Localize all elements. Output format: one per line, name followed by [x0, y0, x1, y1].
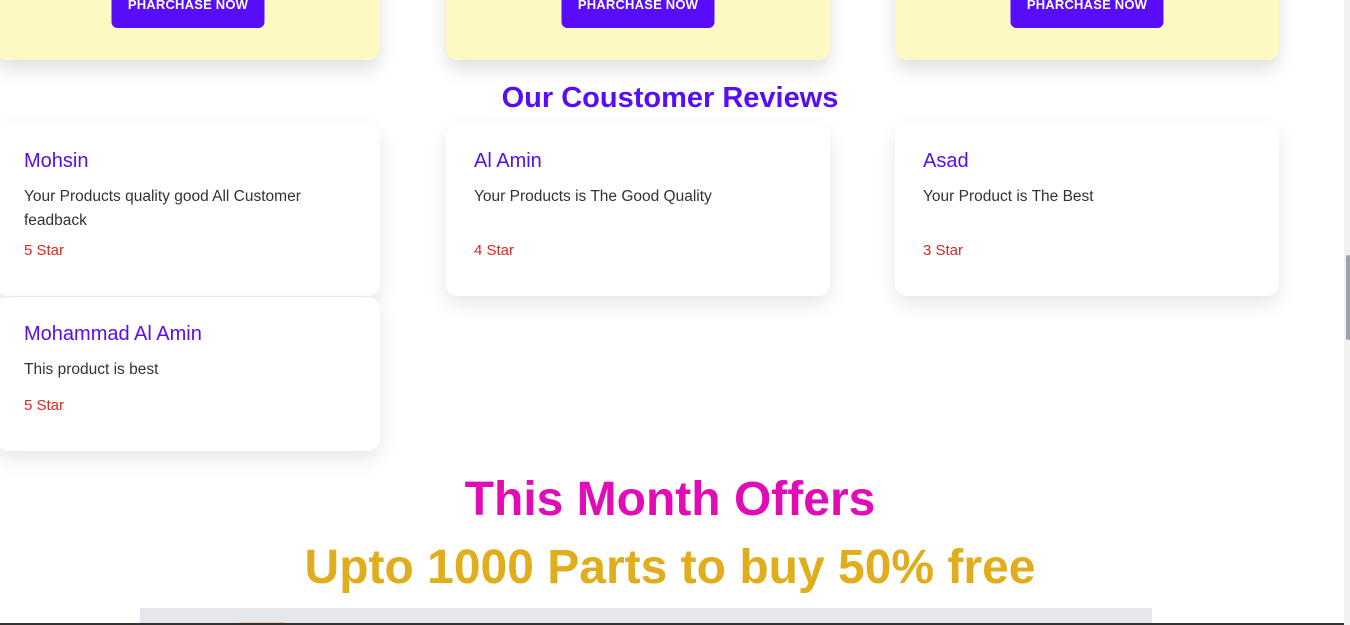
product-card: PHARCHASE NOW	[895, 0, 1279, 60]
review-card: Asad Your Product is The Best 3 Star	[895, 124, 1279, 296]
scrollbar[interactable]	[1344, 0, 1350, 625]
review-rating: 4 Star	[474, 242, 515, 259]
review-text: Your Products is The Good Quality	[474, 188, 712, 205]
product-card: PHARCHASE NOW	[0, 0, 380, 60]
scrollbar-thumb[interactable]	[1346, 255, 1350, 340]
review-rating: 3 Star	[923, 242, 964, 259]
reviewer-name: Mohsin	[24, 150, 89, 172]
reviews-section-title: Our Coustomer Reviews	[501, 82, 839, 114]
reviewer-name: Mohammad Al Amin	[24, 323, 202, 345]
reviewer-name: Al Amin	[474, 150, 542, 172]
purchase-now-button[interactable]: PHARCHASE NOW	[561, 0, 715, 28]
review-text: Your Products quality good All Customer …	[24, 188, 301, 229]
purchase-now-button[interactable]: PHARCHASE NOW	[1010, 0, 1164, 28]
purchase-now-button[interactable]: PHARCHASE NOW	[111, 0, 265, 28]
offers-title: This Month Offers	[464, 473, 876, 526]
review-text: Your Product is The Best	[923, 188, 1094, 205]
review-card: Mohammad Al Amin This product is best 5 …	[0, 297, 380, 451]
page: PHARCHASE NOW PHARCHASE NOW PHARCHASE NO…	[0, 0, 1350, 625]
review-rating: 5 Star	[24, 397, 65, 414]
product-card: PHARCHASE NOW	[446, 0, 830, 60]
review-card: Mohsin Your Products quality good All Cu…	[0, 124, 380, 296]
offers-subtitle: Upto 1000 Parts to buy 50% free	[304, 541, 1036, 594]
review-rating: 5 Star	[24, 242, 65, 259]
reviewer-name: Asad	[923, 150, 969, 172]
review-card: Al Amin Your Products is The Good Qualit…	[446, 124, 830, 296]
review-text: This product is best	[24, 361, 159, 378]
